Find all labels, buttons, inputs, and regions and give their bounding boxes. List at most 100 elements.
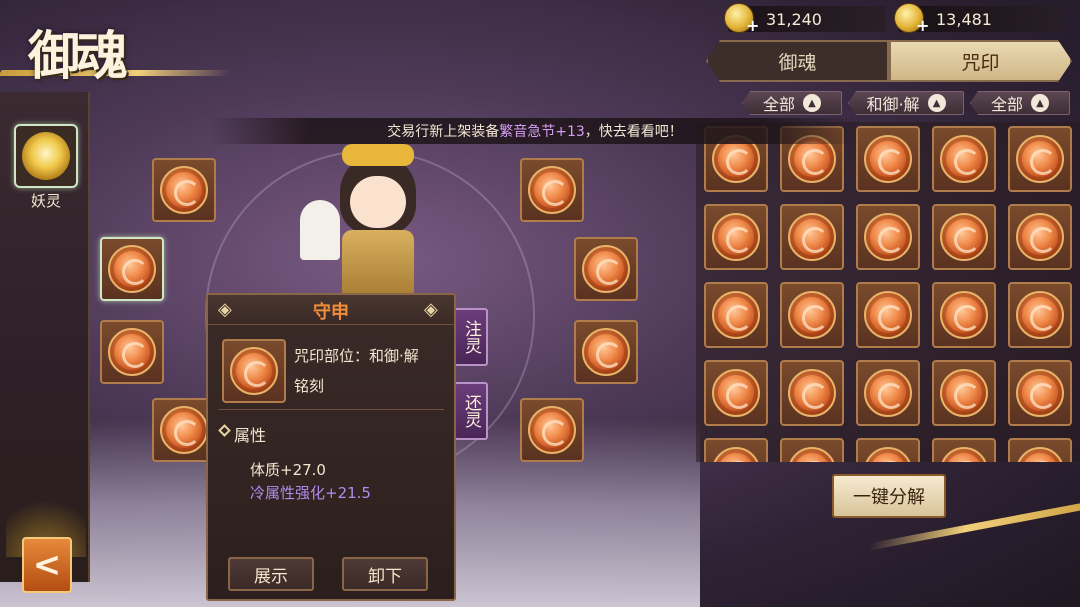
equip-slot-2[interactable] (100, 237, 164, 301)
seal-icon (230, 347, 278, 395)
seal-icon (528, 406, 576, 454)
seal-icon (1016, 213, 1064, 261)
inventory-seal-slot[interactable] (780, 204, 844, 270)
inventory-seal-slot[interactable] (1008, 438, 1072, 462)
seal-icon (940, 291, 988, 339)
inventory-seal-slot[interactable] (704, 204, 768, 270)
show-button[interactable]: 展示 (228, 557, 314, 591)
engrave-text: 铭刻 (294, 377, 325, 395)
seal-icon (940, 447, 988, 462)
equip-slot-5[interactable] (520, 158, 584, 222)
seal-icon (1016, 135, 1064, 183)
seal-icon (582, 245, 630, 293)
inventory-seal-slot[interactable] (780, 360, 844, 426)
attributes-heading: 属性 (234, 426, 267, 445)
filter-dropdown-3[interactable]: 全部 ▲ (970, 91, 1070, 115)
filter-dropdown-2[interactable]: 和御·解 ▲ (848, 91, 964, 115)
seal-icon (864, 447, 912, 462)
back-button[interactable]: < (22, 537, 72, 593)
plus-icon: + (916, 16, 930, 35)
chevron-left-icon: < (32, 545, 62, 585)
inventory-grid (704, 126, 1072, 462)
seal-icon (788, 447, 836, 462)
announcement-marquee: 交易行新上架装备 繁音急节+13 ，快去看看吧！ (210, 118, 860, 144)
inject-spirit-button[interactable]: 注灵 (454, 308, 488, 366)
inventory-seal-slot[interactable] (856, 360, 920, 426)
seal-icon (108, 328, 156, 376)
currency-gold[interactable]: + 31,240 (724, 3, 886, 35)
seal-icon (712, 213, 760, 261)
inventory-seal-slot[interactable] (932, 204, 996, 270)
seal-icon (788, 213, 836, 261)
seal-inventory[interactable] (696, 122, 1080, 462)
filter-dropdown-1[interactable]: 全部 ▲ (742, 91, 842, 115)
inventory-seal-slot[interactable] (704, 282, 768, 348)
seal-icon (582, 328, 630, 376)
next-arrow-icon[interactable]: ◈ (424, 299, 438, 320)
spirit-orb-icon (22, 132, 70, 180)
inventory-seal-slot[interactable] (780, 282, 844, 348)
inventory-seal-slot[interactable] (704, 438, 768, 462)
inventory-seal-slot[interactable] (932, 360, 996, 426)
tab-zhouyin[interactable]: 咒印 (889, 40, 1072, 82)
seal-icon (864, 135, 912, 183)
inventory-seal-slot[interactable] (1008, 282, 1072, 348)
seal-slot-text: 咒印部位：和御·解 (294, 347, 419, 365)
equip-slot-3[interactable] (100, 320, 164, 384)
seal-icon (1016, 447, 1064, 462)
seal-icon (712, 291, 760, 339)
page-title: 御魂 (28, 26, 128, 87)
filter-label: 全部 (990, 95, 1023, 114)
seal-icon (940, 213, 988, 261)
seal-detail-panel: ◈ 守申 ◈ 咒印部位：和御·解 铭刻 属性 体质+27.0 冷属性强化+21.… (206, 293, 456, 601)
seal-icon (528, 166, 576, 214)
filter-label: 全部 (762, 95, 795, 114)
inventory-seal-slot[interactable] (1008, 204, 1072, 270)
inventory-seal-slot[interactable] (932, 126, 996, 192)
inventory-seal-slot[interactable] (856, 126, 920, 192)
stat-cold-enhance: 冷属性强化+21.5 (250, 484, 371, 502)
tab-bar: 御魂 咒印 (706, 40, 1072, 82)
equip-slot-7[interactable] (574, 320, 638, 384)
restore-spirit-button[interactable]: 还灵 (454, 382, 488, 440)
seal-name: 守申 (313, 302, 349, 323)
seal-icon (940, 135, 988, 183)
triangle-up-icon: ▲ (927, 94, 946, 112)
character-face (350, 176, 406, 228)
tab-yuhun[interactable]: 御魂 (706, 40, 889, 82)
one-click-decompose-button[interactable]: 一键分解 (832, 474, 946, 518)
character-body (342, 230, 414, 300)
inventory-seal-slot[interactable] (704, 360, 768, 426)
seal-icon (788, 369, 836, 417)
marquee-item: 繁音急节+13 (499, 124, 585, 140)
currency-value: 31,240 (766, 9, 822, 29)
seal-icon (712, 447, 760, 462)
triangle-up-icon: ▲ (1031, 94, 1049, 112)
filter-label: 和御·解 (866, 95, 920, 114)
seal-icon (864, 369, 912, 417)
inventory-seal-slot[interactable] (1008, 126, 1072, 192)
equip-slot-8[interactable] (520, 398, 584, 462)
currency-value: 13,481 (936, 9, 992, 29)
inventory-seal-slot[interactable] (856, 282, 920, 348)
seal-icon (1016, 291, 1064, 339)
equip-slot-6[interactable] (574, 237, 638, 301)
inventory-seal-slot[interactable] (932, 282, 996, 348)
inventory-seal-slot[interactable] (856, 204, 920, 270)
seal-icon (1016, 369, 1064, 417)
yaoling-slot[interactable] (14, 124, 78, 188)
equip-slot-1[interactable] (152, 158, 216, 222)
currency-jade[interactable]: + 13,481 (894, 3, 1060, 35)
diamond-icon (218, 424, 231, 437)
seal-detail-icon (222, 339, 286, 403)
unequip-button[interactable]: 卸下 (342, 557, 428, 591)
inventory-seal-slot[interactable] (856, 438, 920, 462)
inventory-seal-slot[interactable] (932, 438, 996, 462)
inventory-seal-slot[interactable] (1008, 360, 1072, 426)
seal-icon (864, 213, 912, 261)
inventory-seal-slot[interactable] (780, 438, 844, 462)
plus-icon: + (746, 16, 760, 35)
character-bow (342, 144, 414, 166)
seal-icon (160, 406, 208, 454)
seal-icon (864, 291, 912, 339)
